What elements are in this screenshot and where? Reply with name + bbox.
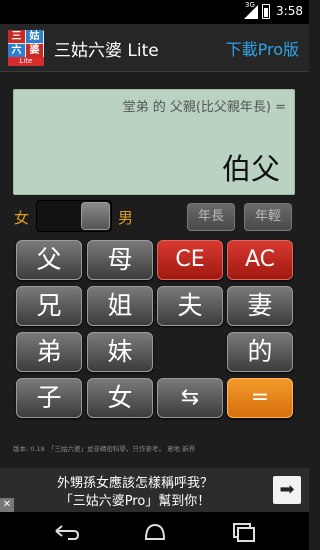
app-logo: 三 姑 六 婆 Lite (8, 30, 44, 66)
signal-icon (244, 5, 258, 19)
logo-cell: 三 (8, 30, 25, 43)
result-display: 堂弟 的 父親(比父親年長) = 伯父 (13, 89, 295, 195)
logo-cell: 六 (8, 44, 25, 57)
clear-entry-button[interactable]: CE (157, 240, 223, 280)
version-note: 版本: 0.18 「三姑六婆」並非精密科學，只作參考。 意地 新界 (13, 445, 196, 453)
back-icon[interactable] (52, 519, 82, 543)
male-label: 男 (118, 209, 134, 227)
ad-line-2: 「三姑六婆Pro」幫到你！ (59, 494, 211, 509)
key-younger-brother[interactable]: 弟 (16, 332, 82, 372)
ad-close-icon[interactable]: ✕ (0, 498, 14, 512)
key-daughter[interactable]: 女 (87, 378, 153, 418)
equals-button[interactable]: = (227, 378, 293, 418)
clock: 3:58 (276, 4, 303, 18)
relation-answer: 伯父 (221, 152, 280, 186)
key-father[interactable]: 父 (16, 240, 82, 280)
key-mother[interactable]: 母 (87, 240, 153, 280)
ad-banner[interactable]: 外甥孫女應該怎樣稱呼我？ 「三姑六婆Pro」幫到你！ ➡ ✕ (0, 468, 309, 512)
toggle-knob[interactable] (81, 202, 110, 230)
key-son[interactable]: 子 (16, 378, 82, 418)
key-older-brother[interactable]: 兄 (16, 286, 82, 326)
female-label: 女 (14, 209, 30, 227)
home-icon[interactable] (140, 519, 170, 543)
ad-arrow-icon[interactable]: ➡ (273, 476, 301, 504)
download-pro-link[interactable]: 下載Pro版 (226, 36, 299, 60)
older-button[interactable]: 年長 (187, 203, 235, 231)
battery-icon (262, 4, 270, 19)
key-husband[interactable]: 夫 (157, 286, 223, 326)
key-younger-sister[interactable]: 妹 (87, 332, 153, 372)
key-of[interactable]: 的 (227, 332, 293, 372)
younger-button[interactable]: 年輕 (244, 203, 292, 231)
gender-toggle[interactable] (36, 200, 112, 232)
relation-expression: 堂弟 的 父親(比父親年長) = (122, 100, 286, 115)
key-older-sister[interactable]: 姐 (87, 286, 153, 326)
swap-button[interactable]: ⇆ (157, 378, 223, 418)
action-bar: 三 姑 六 婆 Lite 三姑六婆 Lite 下載Pro版 (0, 24, 309, 72)
app-title: 三姑六婆 Lite (54, 41, 159, 61)
logo-cell: 姑 (26, 30, 43, 43)
status-bar: 3G 3:58 (0, 0, 309, 24)
ad-line-1: 外甥孫女應該怎樣稱呼我？ (56, 476, 213, 491)
logo-badge: Lite (8, 57, 44, 66)
key-wife[interactable]: 妻 (227, 286, 293, 326)
all-clear-button[interactable]: AC (227, 240, 293, 280)
recent-apps-icon[interactable] (228, 519, 258, 543)
logo-cell: 婆 (26, 44, 43, 57)
navigation-bar (0, 512, 309, 550)
